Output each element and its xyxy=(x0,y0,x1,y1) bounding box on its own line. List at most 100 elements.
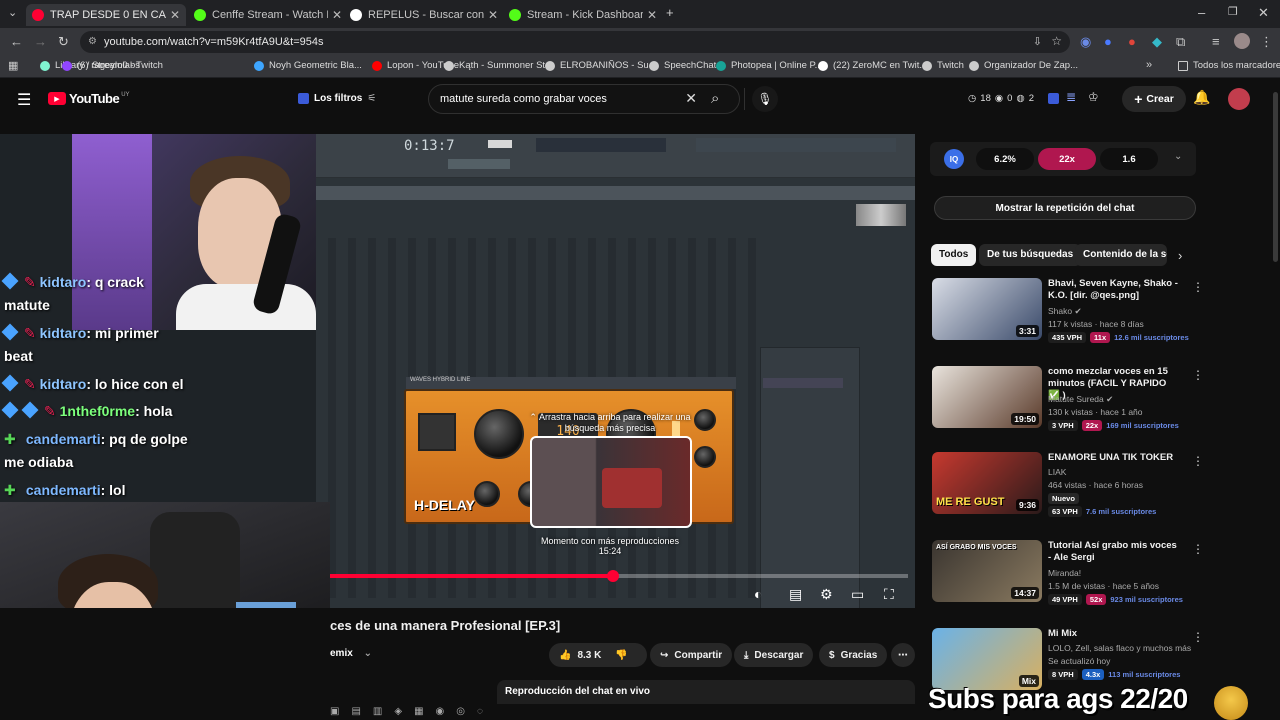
search-input[interactable]: matute sureda como grabar voces xyxy=(440,93,607,105)
show-chat-replay-button[interactable]: Mostrar la repetición del chat xyxy=(934,196,1196,220)
menu-kebab-icon[interactable]: ⋮ xyxy=(1260,34,1273,50)
tab-close-icon[interactable]: ✕ xyxy=(488,8,498,22)
scrubber-handle[interactable] xyxy=(607,570,619,582)
profile-avatar[interactable] xyxy=(1234,33,1250,49)
thanks-button[interactable]: $ Gracias xyxy=(819,643,888,667)
vidiq-icon[interactable]: IQ xyxy=(944,149,964,169)
bookmark-item[interactable]: ELROBANIÑOS - Su... xyxy=(545,60,657,71)
voice-search-icon[interactable]: 🎙 xyxy=(752,86,778,112)
chip-from-searches[interactable]: De tus búsquedas xyxy=(979,244,1082,266)
tab-youtube[interactable]: TRAP DESDE 0 EN CASA: Comp ✕ xyxy=(26,4,186,26)
chat-replay-bar[interactable]: Reproducción del chat en vivo xyxy=(497,680,915,704)
filters-button[interactable]: Los filtros ⚟ xyxy=(298,93,376,104)
dislike-icon[interactable]: 👎 xyxy=(615,650,627,661)
app-icon[interactable]: ▣ xyxy=(330,706,339,717)
like-icon[interactable]: 👍 xyxy=(559,650,571,661)
bookmark-item[interactable]: SpeechChat xyxy=(649,60,716,71)
tab-kick-dashboard[interactable]: Stream - Kick Dashboard ✕ xyxy=(503,4,663,26)
app-icon[interactable]: ▤ xyxy=(351,706,360,717)
video-title[interactable]: ENAMORE UNA TIK TOKER xyxy=(1048,452,1178,464)
subtitles-icon[interactable]: ▤ xyxy=(789,586,802,603)
channel-name[interactable]: LOLO, Zell, salas flaco y muchos más xyxy=(1048,643,1191,653)
channel-name[interactable]: Shako ✔ xyxy=(1048,306,1082,317)
video-thumbnail[interactable]: Mix xyxy=(932,628,1042,690)
extension-icon[interactable]: ◉ xyxy=(1080,34,1091,50)
video-title[interactable]: Tutorial Así grabo mis voces - Ale Sergi xyxy=(1048,540,1178,564)
extension-icon[interactable]: ◆ xyxy=(1152,34,1162,50)
bookmark-item[interactable]: Organizador De Zap... xyxy=(969,60,1078,71)
video-title[interactable]: Mi Mix xyxy=(1048,628,1178,640)
extensions-puzzle-icon[interactable]: ⧉ xyxy=(1176,34,1185,50)
create-button[interactable]: + Crear xyxy=(1122,86,1186,112)
share-button[interactable]: ↪ Compartir xyxy=(650,643,733,667)
address-bar[interactable]: ⚙ youtube.com/watch?v=m59Kr4tfA9U&t=954s… xyxy=(80,31,1070,53)
new-tab-icon[interactable]: + xyxy=(666,5,674,20)
more-bookmarks-icon[interactable]: » xyxy=(1146,59,1152,71)
tab-close-icon[interactable]: ✕ xyxy=(332,8,342,22)
guide-menu-icon[interactable]: ☰ xyxy=(17,90,31,110)
bookmark-item[interactable]: Twitch xyxy=(922,60,964,71)
extension-icon[interactable]: ● xyxy=(1104,34,1112,49)
all-bookmarks-folder[interactable]: Todos los marcadores xyxy=(1178,60,1280,71)
channel-name[interactable]: LIAK xyxy=(1048,467,1066,477)
channel-name[interactable]: emix ⌄ xyxy=(330,648,372,659)
clear-search-icon[interactable]: ✕ xyxy=(685,90,697,107)
autoplay-toggle-icon[interactable]: ◐ xyxy=(754,586,762,602)
page-scrollbar[interactable] xyxy=(1273,92,1278,262)
media-control-icon[interactable]: ≡ xyxy=(1212,34,1220,49)
chevron-down-icon[interactable]: ⌄ xyxy=(1174,151,1182,162)
more-vert-icon[interactable]: ⋮ xyxy=(1192,542,1204,556)
bookmark-star-icon[interactable]: ☆ xyxy=(1051,34,1062,48)
reload-icon[interactable]: ↻ xyxy=(58,34,69,50)
app-icon[interactable]: ◌ xyxy=(477,706,483,717)
minimize-icon[interactable]: – xyxy=(1198,5,1205,20)
close-window-icon[interactable]: ✕ xyxy=(1258,5,1269,21)
apps-grid-icon[interactable]: ▦ xyxy=(8,59,18,72)
trophy-icon[interactable]: ♔ xyxy=(1088,90,1099,104)
extension-icon[interactable]: ● xyxy=(1128,34,1136,49)
account-avatar[interactable] xyxy=(1228,88,1250,110)
video-thumbnail[interactable]: 19:50 xyxy=(932,366,1042,428)
video-title[interactable]: Bhavi, Seven Kayne, Shako - K.O. [dir. @… xyxy=(1048,278,1178,302)
more-vert-icon[interactable]: ⋮ xyxy=(1192,454,1204,468)
more-vert-icon[interactable]: ⋮ xyxy=(1192,368,1204,382)
list-icon[interactable]: ≣ xyxy=(1066,90,1076,104)
back-icon[interactable]: ← xyxy=(10,34,23,49)
bookmark-item[interactable]: (22) ZeroMC en Twit... xyxy=(818,60,927,71)
download-button[interactable]: ⤓ Descargar xyxy=(734,643,814,667)
settings-gear-icon[interactable]: ⚙ xyxy=(820,586,833,603)
channel-name[interactable]: Matute Sureda ✔ xyxy=(1048,394,1113,405)
bookmark-item[interactable]: Photopea | Online P... xyxy=(716,60,823,71)
site-info-icon[interactable]: ⚙ xyxy=(88,36,97,47)
app-icon[interactable]: ▥ xyxy=(373,706,382,717)
app-icon[interactable]: ▦ xyxy=(414,706,423,717)
tab-close-icon[interactable]: ✕ xyxy=(647,8,657,22)
app-icon[interactable]: ◉ xyxy=(436,706,445,717)
recommended-video[interactable]: 19:50 como mezclar voces en 15 minutos (F… xyxy=(930,366,1204,446)
tab-close-icon[interactable]: ✕ xyxy=(170,8,180,22)
extension-icon[interactable] xyxy=(1048,93,1059,104)
notifications-bell-icon[interactable]: 🔔 xyxy=(1193,89,1210,106)
chevron-right-icon[interactable]: › xyxy=(1178,248,1182,263)
theater-mode-icon[interactable]: ▭ xyxy=(851,586,864,603)
install-icon[interactable]: ⇩ xyxy=(1033,35,1042,48)
more-actions-button[interactable]: ⋯ xyxy=(891,643,915,667)
recommended-video[interactable]: ME RE GUST 9:36 ENAMORE UNA TIK TOKER LIAK 4… xyxy=(930,452,1204,532)
recommended-video[interactable]: 3:31 Bhavi, Seven Kayne, Shako - K.O. [di… xyxy=(930,278,1204,358)
tab-kick-cenffe[interactable]: Cenffe Stream - Watch Live on ✕ xyxy=(188,4,348,26)
tab-search-icon[interactable]: ⌄ xyxy=(8,6,17,19)
more-vert-icon[interactable]: ⋮ xyxy=(1192,630,1204,644)
search-icon[interactable]: ⌕ xyxy=(711,90,719,107)
video-thumbnail[interactable]: 3:31 xyxy=(932,278,1042,340)
bookmark-item[interactable]: Noyh Geometric Bla... xyxy=(254,60,362,71)
recommended-video[interactable]: ASÍ GRABO MIS VOCES 14:37 Tutorial Así gra… xyxy=(930,540,1204,620)
youtube-logo[interactable]: ▶ YouTube UY xyxy=(48,91,130,106)
video-player[interactable]: 0:13:7 WAVES HYBRID LINE 140 H-DELAY ✎ k… xyxy=(0,134,915,608)
chip-all[interactable]: Todos xyxy=(931,244,977,266)
channel-name[interactable]: Miranda! xyxy=(1048,568,1081,578)
tab-google[interactable]: REPELUS - Buscar con Google ✕ xyxy=(344,4,504,26)
app-icon[interactable]: ◈ xyxy=(394,706,402,717)
video-thumbnail[interactable]: ASÍ GRABO MIS VOCES 14:37 xyxy=(932,540,1042,602)
forward-icon[interactable]: → xyxy=(34,34,47,49)
more-vert-icon[interactable]: ⋮ xyxy=(1192,280,1204,294)
